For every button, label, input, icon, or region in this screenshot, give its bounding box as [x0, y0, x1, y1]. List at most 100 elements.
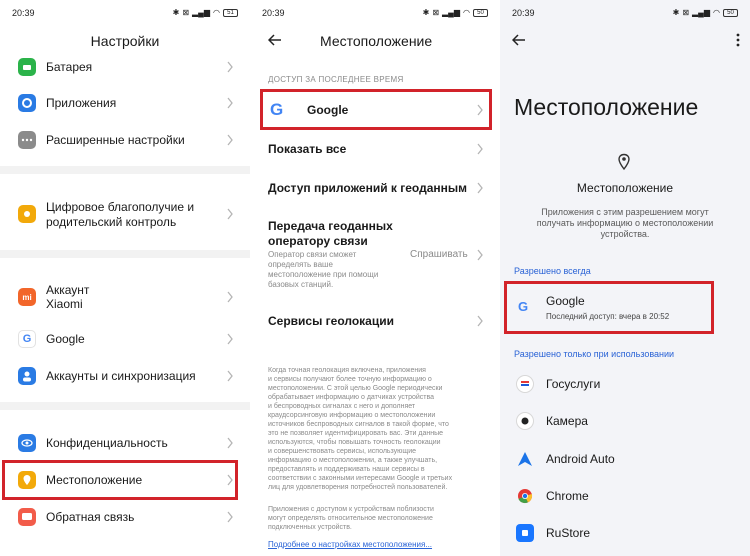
settings-item-label: Батарея [46, 60, 93, 74]
eye-icon [18, 434, 36, 452]
settings-item-accounts-sync[interactable]: Аккаунты и синхронизация [0, 365, 250, 387]
location-pin-icon [618, 153, 630, 171]
app-row-rustore[interactable]: RuStore [500, 515, 750, 551]
chevron-right-icon [227, 437, 233, 449]
carrier-title-line1: Передача геоданных [268, 219, 393, 233]
highlight-box [260, 89, 492, 130]
bluetooth-icon: ✱ [672, 8, 680, 17]
settings-item-label: Google [46, 332, 85, 346]
carrier-geo-row[interactable]: Передача геоданных оператору связи Опера… [250, 216, 500, 294]
app-name: RuStore [546, 526, 591, 540]
highlight-box [2, 460, 238, 500]
description-line: Приложения с этим разрешением могут [541, 207, 709, 217]
status-bar: 20:39 ✱ ⊠ ▂▄▆ ◠ 50 [262, 8, 488, 22]
status-time: 20:39 [512, 8, 535, 18]
carrier-desc-line4: базовых станций. [268, 280, 334, 289]
xiaomi-logo-icon: mi [18, 288, 36, 306]
mute-icon: ⊠ [682, 8, 690, 17]
carrier-value: Спрашивать [410, 249, 468, 260]
battery-icon: 50 [473, 9, 488, 17]
app-row-gosuslugi[interactable]: Госуслуги [500, 366, 750, 402]
settings-screen: 20:39 ✱ ⊠ ▂▄▆ ◠ 51 Настройки Батарея При… [0, 0, 250, 556]
settings-item-privacy[interactable]: Конфиденциальность [0, 432, 250, 454]
settings-item-xiaomi-account[interactable]: mi Аккаунт Xiaomi [0, 280, 250, 314]
carrier-title-line2: оператору связи [268, 234, 368, 248]
app-name: Chrome [546, 489, 589, 503]
permission-subtitle: Местоположение [576, 181, 674, 195]
app-row-android-auto[interactable]: Android Auto [500, 441, 750, 477]
wifi-icon: ◠ [463, 8, 470, 17]
page-title: Настройки [90, 33, 160, 49]
more-location-settings-link[interactable]: Подробнее о настройках местоположения... [268, 540, 432, 549]
back-arrow-icon[interactable] [268, 33, 282, 47]
android-auto-icon [516, 450, 534, 468]
app-row-camera[interactable]: Камера [500, 403, 750, 439]
carrier-desc-line3: местоположение при помощи [268, 270, 379, 279]
signal-icon: ▂▄▆ [192, 8, 211, 17]
gosuslugi-icon [516, 375, 534, 393]
user-icon [18, 367, 36, 385]
wifi-icon: ◠ [213, 8, 220, 17]
section-divider [0, 402, 250, 410]
signal-icon: ▂▄▆ [692, 8, 711, 17]
geo-services-row[interactable]: Сервисы геолокации [250, 311, 500, 331]
settings-item-feedback[interactable]: Обратная связь [0, 506, 250, 528]
signal-icon: ▂▄▆ [442, 8, 461, 17]
battery-settings-icon [18, 58, 36, 76]
bluetooth-icon: ✱ [172, 8, 180, 17]
more-vert-icon[interactable] [736, 33, 740, 47]
bluetooth-icon: ✱ [422, 8, 430, 17]
more-dots-icon [18, 131, 36, 149]
settings-item-label-line1: Цифровое благополучие и [46, 200, 195, 214]
battery-icon: 51 [223, 9, 238, 17]
status-bar: 20:39 ✱ ⊠ ▂▄▆ ◠ 50 [512, 8, 738, 22]
chevron-right-icon [227, 370, 233, 382]
settings-item-label: Конфиденциальность [46, 436, 168, 450]
settings-item-label-line2: Xiaomi [46, 297, 83, 311]
status-time: 20:39 [12, 8, 35, 18]
settings-item-apps[interactable]: Приложения [0, 92, 250, 114]
mute-icon: ⊠ [432, 8, 440, 17]
carrier-desc-line2: определять ваше [268, 260, 333, 269]
chevron-right-icon [477, 143, 483, 155]
status-time: 20:39 [262, 8, 285, 18]
app-name: Камера [546, 414, 588, 428]
show-all-label: Показать все [268, 142, 347, 156]
geo-services-label: Сервисы геолокации [268, 314, 394, 328]
status-bar: 20:39 ✱ ⊠ ▂▄▆ ◠ 51 [12, 8, 238, 22]
settings-item-label: Обратная связь [46, 510, 135, 524]
app-geo-access-row[interactable]: Доступ приложений к геоданным [250, 178, 500, 198]
settings-item-label-line2: родительский контроль [46, 215, 177, 229]
apps-gear-icon [18, 94, 36, 112]
app-row-chrome[interactable]: Chrome [500, 478, 750, 514]
chrome-icon [516, 487, 534, 505]
chevron-right-icon [227, 61, 233, 73]
location-permission-screen: 20:39 ✱ ⊠ ▂▄▆ ◠ 50 Местоположение Местоп… [500, 0, 750, 556]
settings-item-label: Приложения [46, 96, 117, 110]
highlight-box [504, 281, 714, 334]
description-line: получать информацию о местоположении [536, 218, 714, 228]
mute-icon: ⊠ [182, 8, 190, 17]
chevron-right-icon [227, 291, 233, 303]
nearby-line: подключенных устройств. [268, 524, 352, 531]
settings-item-wellbeing[interactable]: Цифровое благополучие и родительский кон… [0, 196, 250, 232]
chevron-right-icon [477, 182, 483, 194]
section-divider [0, 250, 250, 258]
back-arrow-icon[interactable] [512, 33, 526, 47]
settings-item-battery[interactable]: Батарея [0, 56, 250, 78]
battery-icon: 50 [723, 9, 738, 17]
chevron-right-icon [227, 134, 233, 146]
settings-item-label: Аккаунты и синхронизация [46, 369, 196, 383]
settings-item-google[interactable]: G Google [0, 328, 250, 350]
permission-description: Приложения с этим разрешением могут полу… [500, 207, 750, 240]
chevron-right-icon [227, 208, 233, 220]
carrier-desc-line1: Оператор связи сможет [268, 250, 357, 259]
app-name: Android Auto [546, 452, 615, 466]
show-all-row[interactable]: Показать все [250, 139, 500, 159]
settings-item-advanced[interactable]: Расширенные настройки [0, 129, 250, 151]
recent-access-caption: ДОСТУП ЗА ПОСЛЕДНЕЕ ВРЕМЯ [268, 75, 404, 84]
description-line: устройства. [600, 229, 650, 239]
always-allowed-caption: Разрешено всегда [514, 266, 591, 276]
chevron-right-icon [227, 97, 233, 109]
chevron-right-icon [227, 333, 233, 345]
